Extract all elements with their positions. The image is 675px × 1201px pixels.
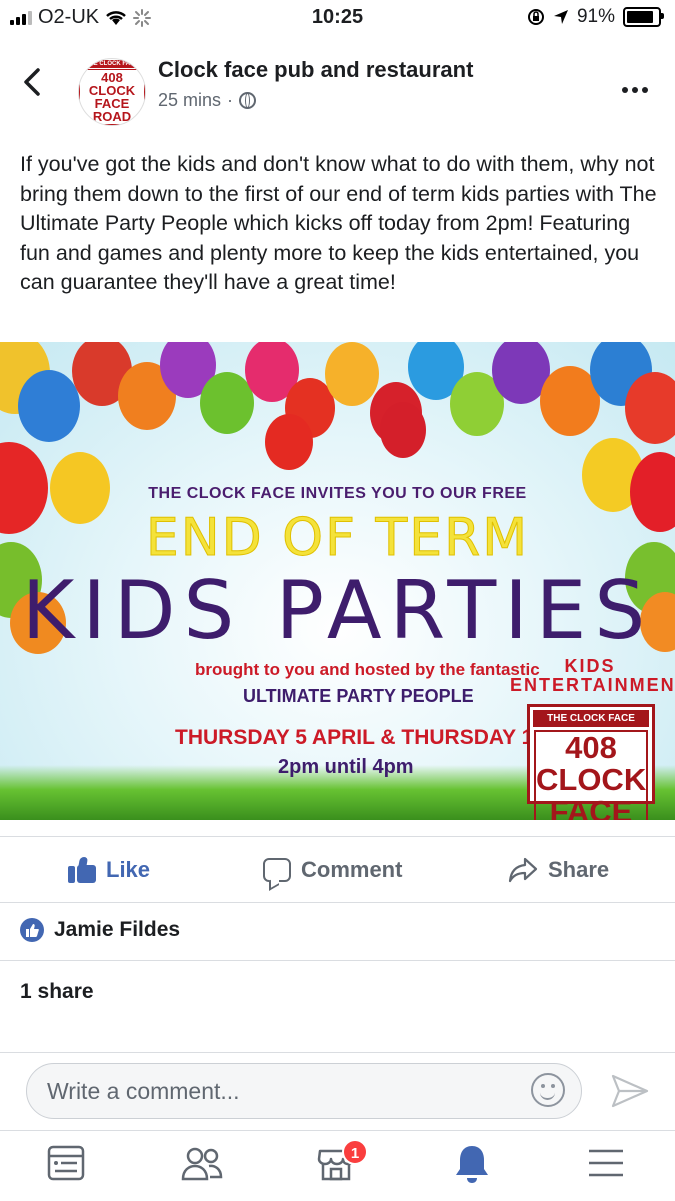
location-icon [553,10,568,24]
post-meta: 25 mins · [158,90,257,111]
bottom-tab-bar: 1 [0,1130,675,1201]
flyer-kids-entertainment: KIDS ENTERTAINMENT [510,656,675,695]
more-options-button[interactable] [621,78,649,94]
flyer-logo: THE CLOCK FACE 408 CLOCK FACE ROAD [527,704,655,820]
avatar-text-main: 408 CLOCK FACE ROAD [79,68,145,125]
share-button[interactable]: Share [508,837,609,903]
avatar-text-top: THE CLOCK FACE [82,59,142,68]
flyer-line-host: ULTIMATE PARTY PEOPLE [243,686,474,706]
divider [0,902,675,903]
flyer-logo-top: THE CLOCK FACE [533,710,649,727]
more-dots-icon [622,87,648,93]
bell-icon [456,1146,488,1183]
marketplace-badge: 1 [342,1139,368,1165]
hamburger-menu-icon [589,1149,623,1177]
meta-separator: · [227,90,234,110]
post-timestamp[interactable]: 25 mins [158,90,221,111]
rotation-lock-icon [527,9,544,25]
post-image[interactable]: THE CLOCK FACE INVITES YOU TO OUR FREE E… [0,342,675,820]
flyer-line-invite: THE CLOCK FACE INVITES YOU TO OUR FREE [148,485,527,502]
battery-icon [623,7,664,27]
send-icon [611,1074,649,1108]
globe-icon [239,92,257,109]
status-bar: O2-UK 10:25 91% [0,0,675,36]
tab-marketplace[interactable]: 1 [316,1139,368,1187]
reactions-summary[interactable]: Jamie Fildes [20,918,180,942]
tab-notifications[interactable] [452,1143,496,1187]
page-avatar[interactable]: THE CLOCK FACE 408 CLOCK FACE ROAD [78,58,146,126]
share-arrow-icon [508,857,538,883]
emoji-button[interactable] [531,1073,565,1107]
tab-news-feed[interactable] [46,1143,90,1187]
tab-menu[interactable] [586,1143,630,1187]
comment-button[interactable]: Comment [263,837,402,903]
flyer-entertainment-label: ENTERTAINMENT [510,675,675,695]
like-reaction-icon [20,918,44,942]
divider [0,960,675,961]
back-button[interactable] [22,66,52,106]
post-action-bar: Like Comment Share [0,836,675,903]
flyer-line-end-of-term: END OF TERM [145,508,530,569]
like-button[interactable]: Like [68,837,150,903]
flyer-line-brought-by: brought to you and hosted by the fantast… [195,660,540,679]
status-right: 91% [527,6,664,28]
like-label: Like [106,857,151,882]
chevron-left-icon [24,68,40,96]
comment-label: Comment [301,857,403,882]
comment-composer: Write a comment... [0,1052,675,1131]
comment-bubble-icon [263,858,291,882]
send-button[interactable] [610,1073,650,1109]
flyer-line-times: 2pm until 4pm [278,756,414,778]
share-label: Share [548,857,610,882]
battery-percent: 91% [576,6,615,27]
liker-name: Jamie Fildes [54,918,181,941]
friends-icon [181,1147,223,1181]
post-body-text: If you've got the kids and don't know wh… [20,152,657,294]
page-name-link[interactable]: Clock face pub and restaurant [158,57,473,83]
flyer-logo-main: 408 CLOCK FACE ROAD [534,730,648,820]
flyer-kids-label: KIDS [564,656,616,676]
post-header: THE CLOCK FACE 408 CLOCK FACE ROAD Clock… [0,48,675,128]
news-feed-icon [47,1145,85,1181]
tab-friends[interactable] [180,1143,224,1187]
flyer-line-kids-parties: KIDS PARTIES [21,564,654,657]
comment-input[interactable]: Write a comment... [26,1063,582,1119]
share-count[interactable]: 1 share [20,980,94,1004]
thumbs-up-icon [68,857,96,883]
